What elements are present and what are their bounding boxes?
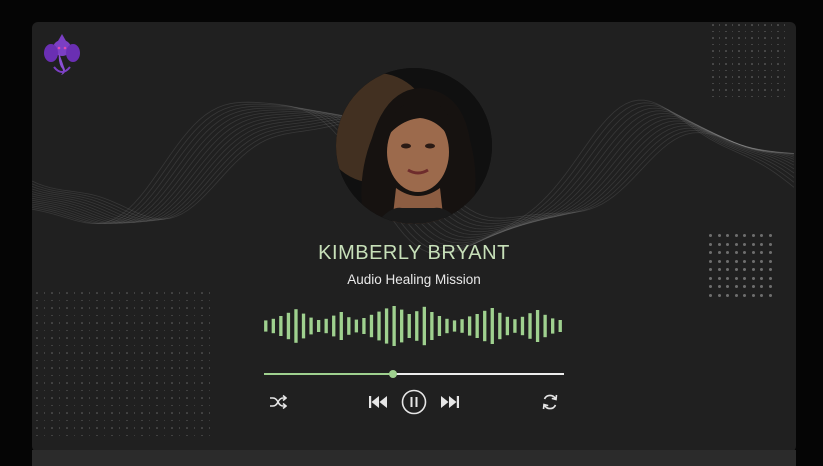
- waveform-bar: [392, 306, 396, 346]
- waveform-bar: [347, 317, 351, 335]
- waveform-bar: [422, 306, 426, 346]
- waveform-bar: [332, 315, 336, 337]
- repeat-button[interactable]: [538, 390, 562, 414]
- ganesha-logo-icon: [44, 34, 80, 75]
- skip-previous-icon: [369, 396, 387, 408]
- waveform-bar: [369, 314, 374, 338]
- waveform-bar: [324, 318, 328, 334]
- waveform-bar: [339, 312, 343, 340]
- waveform-bar: [520, 316, 525, 336]
- previous-track-button[interactable]: [366, 391, 390, 413]
- waveform-bar: [528, 313, 532, 339]
- waveform-bar: [452, 320, 457, 332]
- track-subtitle: Audio Healing Mission: [347, 272, 481, 287]
- waveform-bar: [407, 314, 411, 338]
- waveform-bar: [490, 308, 494, 344]
- waveform-bar: [551, 318, 555, 334]
- waveform-bar: [271, 318, 275, 334]
- waveform-bar: [415, 311, 419, 341]
- waveform-bar: [505, 316, 510, 336]
- waveform-bar: [445, 318, 449, 334]
- waveform-bar: [384, 308, 389, 344]
- waveform-bar: [354, 319, 359, 333]
- waveform-bar: [437, 316, 442, 336]
- waveform-bar: [430, 312, 434, 340]
- waveform-bar: [301, 313, 306, 339]
- waveform-bar: [309, 317, 313, 335]
- pause-icon: [401, 389, 427, 415]
- waveform-bar: [377, 311, 381, 341]
- dot-grid-decoration: [712, 24, 790, 102]
- skip-next-icon: [441, 396, 459, 408]
- waveform-bar: [279, 316, 283, 336]
- audio-waveform: [264, 306, 562, 346]
- shuffle-icon: [270, 394, 287, 410]
- waveform-bar: [362, 318, 366, 334]
- waveform-bar: [558, 320, 562, 332]
- waveform-bar: [475, 314, 479, 338]
- next-track-button[interactable]: [438, 391, 462, 413]
- progress-fill: [264, 373, 393, 375]
- audio-player-card: KIMBERLY BRYANT Audio Healing Mission: [32, 22, 796, 452]
- waveform-bar: [264, 320, 268, 332]
- shuffle-button[interactable]: [266, 391, 290, 413]
- waveform-bar: [483, 310, 487, 342]
- waveform-bar: [467, 316, 472, 336]
- waveform-bar: [294, 309, 298, 343]
- artist-name: KIMBERLY BRYANT: [318, 242, 510, 264]
- artist-portrait-image: [336, 68, 492, 224]
- waveform-bar: [513, 319, 517, 333]
- progress-bar[interactable]: [264, 369, 564, 379]
- footer-strip: [32, 450, 796, 466]
- dot-grid-decoration: [36, 292, 216, 442]
- waveform-bar: [400, 309, 404, 343]
- artist-avatar: [336, 68, 492, 224]
- waveform-bar: [316, 320, 321, 332]
- waveform-bar: [286, 312, 291, 340]
- waveform-bar: [543, 314, 547, 338]
- play-pause-button[interactable]: [400, 388, 428, 416]
- waveform-bar: [535, 310, 540, 342]
- repeat-icon: [542, 394, 558, 410]
- waveform-bar: [498, 312, 502, 340]
- progress-handle[interactable]: [389, 370, 397, 378]
- waveform-bar: [460, 319, 464, 333]
